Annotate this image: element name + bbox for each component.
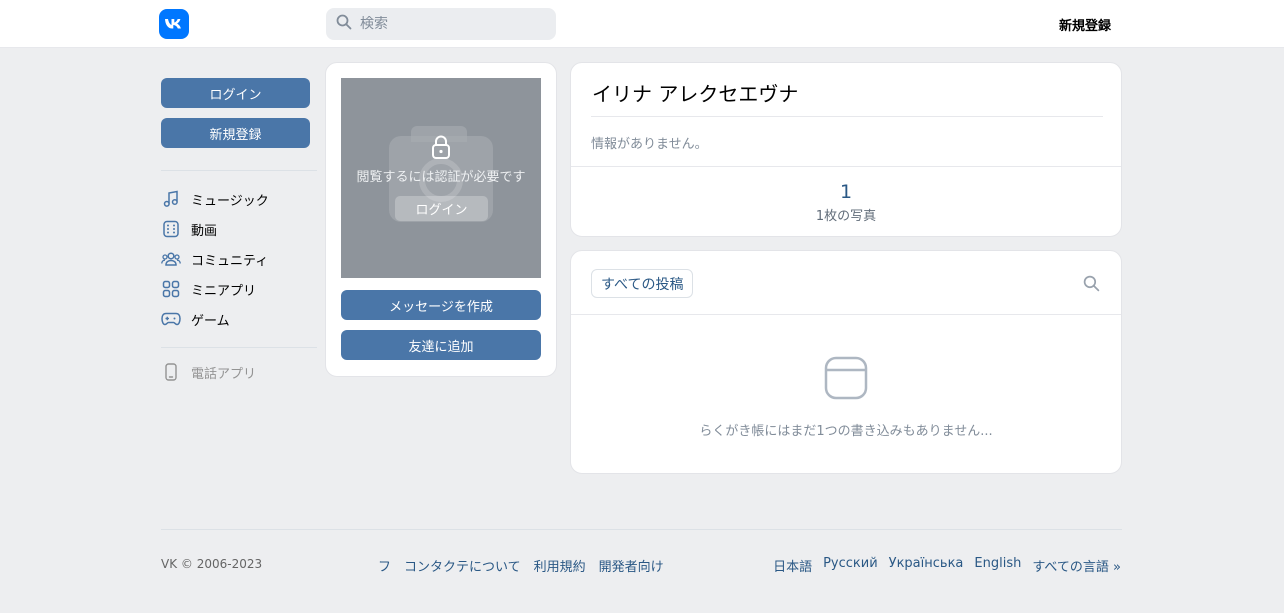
profile-photo-locked[interactable]: 閲覧するには認証が必要です ログイン — [341, 78, 541, 278]
search-box[interactable] — [326, 8, 556, 40]
language-link-russian[interactable]: Русский — [823, 556, 878, 575]
empty-wall-icon — [824, 356, 868, 404]
profile-name: イリナ アレクセエヴナ — [592, 82, 799, 106]
sidebar-item-label: ゲーム — [191, 313, 230, 329]
top-header: 新規登録 — [0, 0, 1284, 48]
header-register-link[interactable]: 新規登録 — [1059, 15, 1111, 34]
sidebar-item-label: コミュニティ — [191, 253, 269, 269]
photo-login-button[interactable]: ログイン — [395, 196, 488, 221]
footer-divider — [161, 529, 1122, 530]
search-input[interactable] — [360, 16, 540, 32]
sidebar-item-label: 動画 — [191, 223, 218, 239]
write-message-button[interactable]: メッセージを作成 — [341, 290, 541, 320]
sidebar-item-games[interactable]: ゲーム — [161, 305, 317, 333]
sidebar-item-mini-apps[interactable]: ミニアプリ — [161, 275, 317, 303]
wall-search-icon[interactable] — [1083, 275, 1100, 296]
add-friend-button[interactable]: 友達に追加 — [341, 330, 541, 360]
divider — [571, 314, 1121, 315]
footer-link[interactable]: フ — [378, 556, 391, 575]
sidebar-item-label: ミュージック — [191, 193, 269, 209]
footer-link-about[interactable]: コンタクテについて — [404, 556, 521, 575]
video-icon — [161, 219, 181, 239]
lock-icon — [430, 134, 452, 164]
vk-logo-icon[interactable] — [159, 9, 189, 39]
phone-icon — [161, 362, 181, 382]
mini-apps-icon — [161, 279, 181, 299]
divider — [571, 166, 1121, 167]
sidebar-item-video[interactable]: 動画 — [161, 215, 317, 243]
copyright-text: VK © 2006-2023 — [161, 557, 263, 571]
gamepad-icon — [161, 309, 181, 329]
footer-links: フ コンタクテについて 利用規約 開発者向け — [378, 556, 664, 575]
sidebar-item-community[interactable]: コミュニティ — [161, 245, 317, 273]
register-button[interactable]: 新規登録 — [161, 118, 310, 148]
language-links: 日本語 Русский Українська English すべての言語 » — [773, 556, 1121, 575]
sidebar-item-label: 電話アプリ — [191, 366, 257, 382]
language-link-all[interactable]: すべての言語 » — [1032, 556, 1121, 575]
divider — [591, 116, 1103, 117]
photo-count[interactable]: 1 — [571, 181, 1121, 203]
login-button[interactable]: ログイン — [161, 78, 310, 108]
language-link-ukrainian[interactable]: Українська — [889, 556, 964, 575]
profile-photo-card: 閲覧するには認証が必要です ログイン メッセージを作成 友達に追加 — [325, 62, 557, 377]
sidebar-item-music[interactable]: ミュージック — [161, 185, 317, 213]
search-icon — [336, 14, 352, 34]
profile-info-card: イリナ アレクセエヴナ 情報がありません。 1 1枚の写真 — [570, 62, 1122, 237]
sidebar-divider — [161, 347, 317, 348]
photo-count-label[interactable]: 1枚の写真 — [571, 205, 1121, 224]
sidebar-divider — [161, 170, 317, 171]
language-link-english[interactable]: English — [974, 556, 1021, 575]
language-link-japanese[interactable]: 日本語 — [773, 556, 812, 575]
empty-wall-text: らくがき帳にはまだ1つの書き込みもありません... — [699, 424, 993, 439]
sidebar-item-phone-app[interactable]: 電話アプリ — [161, 358, 317, 386]
sidebar-item-label: ミニアプリ — [191, 283, 257, 299]
no-info-text: 情報がありません。 — [591, 137, 708, 152]
music-icon — [161, 189, 181, 209]
auth-required-text: 閲覧するには認証が必要です — [356, 170, 526, 185]
footer-link-developers[interactable]: 開発者向け — [599, 556, 664, 575]
community-icon — [161, 249, 181, 269]
footer-link-terms[interactable]: 利用規約 — [534, 556, 586, 575]
all-posts-tab[interactable]: すべての投稿 — [591, 269, 694, 298]
wall-card: すべての投稿 らくがき帳にはまだ1つの書き込みもありません... — [570, 250, 1122, 474]
